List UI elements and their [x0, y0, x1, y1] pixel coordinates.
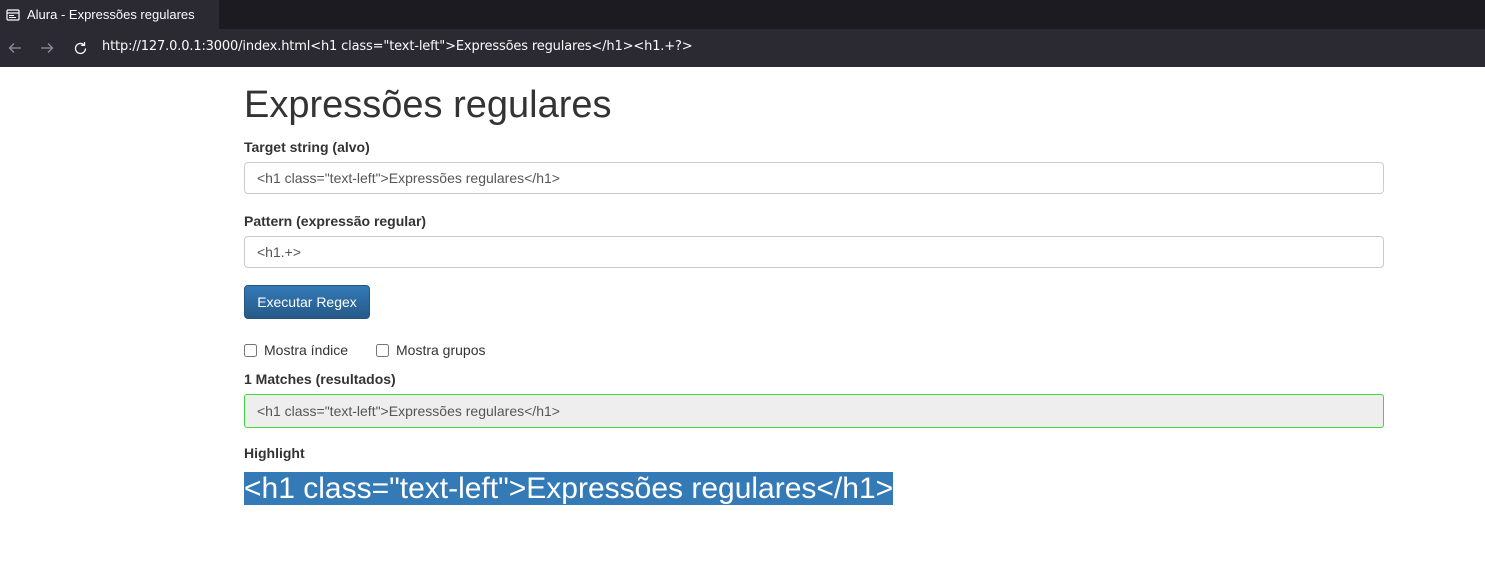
- browser-tab[interactable]: Alura - Expressões regulares: [0, 0, 219, 29]
- tab-title: Alura - Expressões regulares: [27, 7, 195, 22]
- highlight-label: Highlight: [244, 445, 305, 461]
- show-index-checkbox[interactable]: [244, 343, 257, 357]
- highlight-output: <h1 class="text-left">Expressões regular…: [244, 472, 894, 505]
- matches-output: <h1 class="text-left">Expressões regular…: [244, 394, 1384, 428]
- page-icon: [6, 8, 20, 22]
- page-title: Expressões regulares: [244, 84, 612, 126]
- back-arrow-icon[interactable]: [7, 40, 23, 56]
- show-groups-option[interactable]: Mostra grupos: [376, 342, 485, 358]
- reload-icon[interactable]: [72, 40, 88, 56]
- show-groups-checkbox[interactable]: [376, 343, 389, 357]
- show-index-option[interactable]: Mostra índice: [244, 342, 348, 358]
- show-index-label: Mostra índice: [264, 342, 349, 358]
- matches-label: 1 Matches (resultados): [244, 371, 396, 387]
- show-groups-label: Mostra grupos: [396, 342, 486, 358]
- run-regex-button[interactable]: Executar Regex: [244, 285, 370, 319]
- navigation-bar: http://127.0.0.1:3000/index.html<h1 clas…: [0, 29, 1485, 67]
- forward-arrow-icon[interactable]: [39, 40, 55, 56]
- pattern-label: Pattern (expressão regular): [244, 213, 427, 229]
- url-bar[interactable]: http://127.0.0.1:3000/index.html<h1 clas…: [102, 39, 693, 54]
- tab-bar: Alura - Expressões regulares: [0, 0, 1485, 29]
- target-input[interactable]: [244, 162, 1384, 194]
- pattern-input[interactable]: [244, 236, 1384, 268]
- target-label: Target string (alvo): [244, 139, 370, 155]
